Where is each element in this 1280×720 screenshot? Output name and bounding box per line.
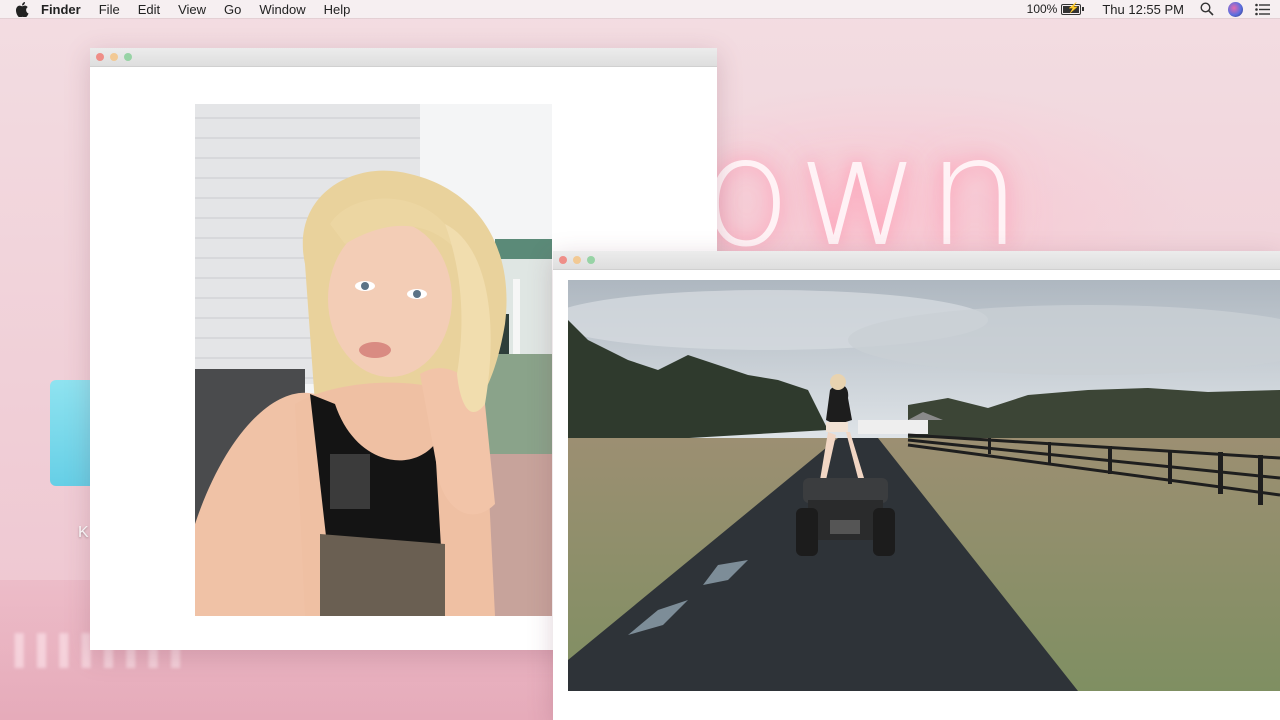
notification-center-icon[interactable] [1255,3,1270,16]
close-button[interactable] [559,256,567,264]
menu-app-finder[interactable]: Finder [41,2,81,17]
desktop-folder-label[interactable]: K [78,524,89,542]
desktop-folder-icon[interactable] [50,380,92,486]
spotlight-search-icon[interactable] [1200,2,1214,16]
minimize-button[interactable] [110,53,118,61]
menu-go[interactable]: Go [224,2,241,17]
clock[interactable]: Thu 12:55 PM [1102,2,1184,17]
selfie-photo [195,104,552,616]
atv-photo-window[interactable] [553,251,1280,720]
neon-sign-text: own [700,106,1028,280]
window-titlebar[interactable] [90,48,717,67]
window-titlebar[interactable] [553,251,1280,270]
menu-view[interactable]: View [178,2,206,17]
siri-icon[interactable] [1228,1,1243,17]
menu-help[interactable]: Help [324,2,351,17]
menu-bar: Finder File Edit View Go Window Help 100… [0,0,1280,18]
battery-percent[interactable]: 100% [1027,2,1058,16]
zoom-button[interactable] [124,53,132,61]
menu-window[interactable]: Window [259,2,305,17]
atv-photo [568,280,1280,691]
menu-file[interactable]: File [99,2,120,17]
zoom-button[interactable] [587,256,595,264]
battery-icon[interactable]: ⚡ [1061,3,1085,15]
minimize-button[interactable] [573,256,581,264]
close-button[interactable] [96,53,104,61]
menu-edit[interactable]: Edit [138,2,160,17]
apple-menu-icon[interactable] [15,1,29,17]
